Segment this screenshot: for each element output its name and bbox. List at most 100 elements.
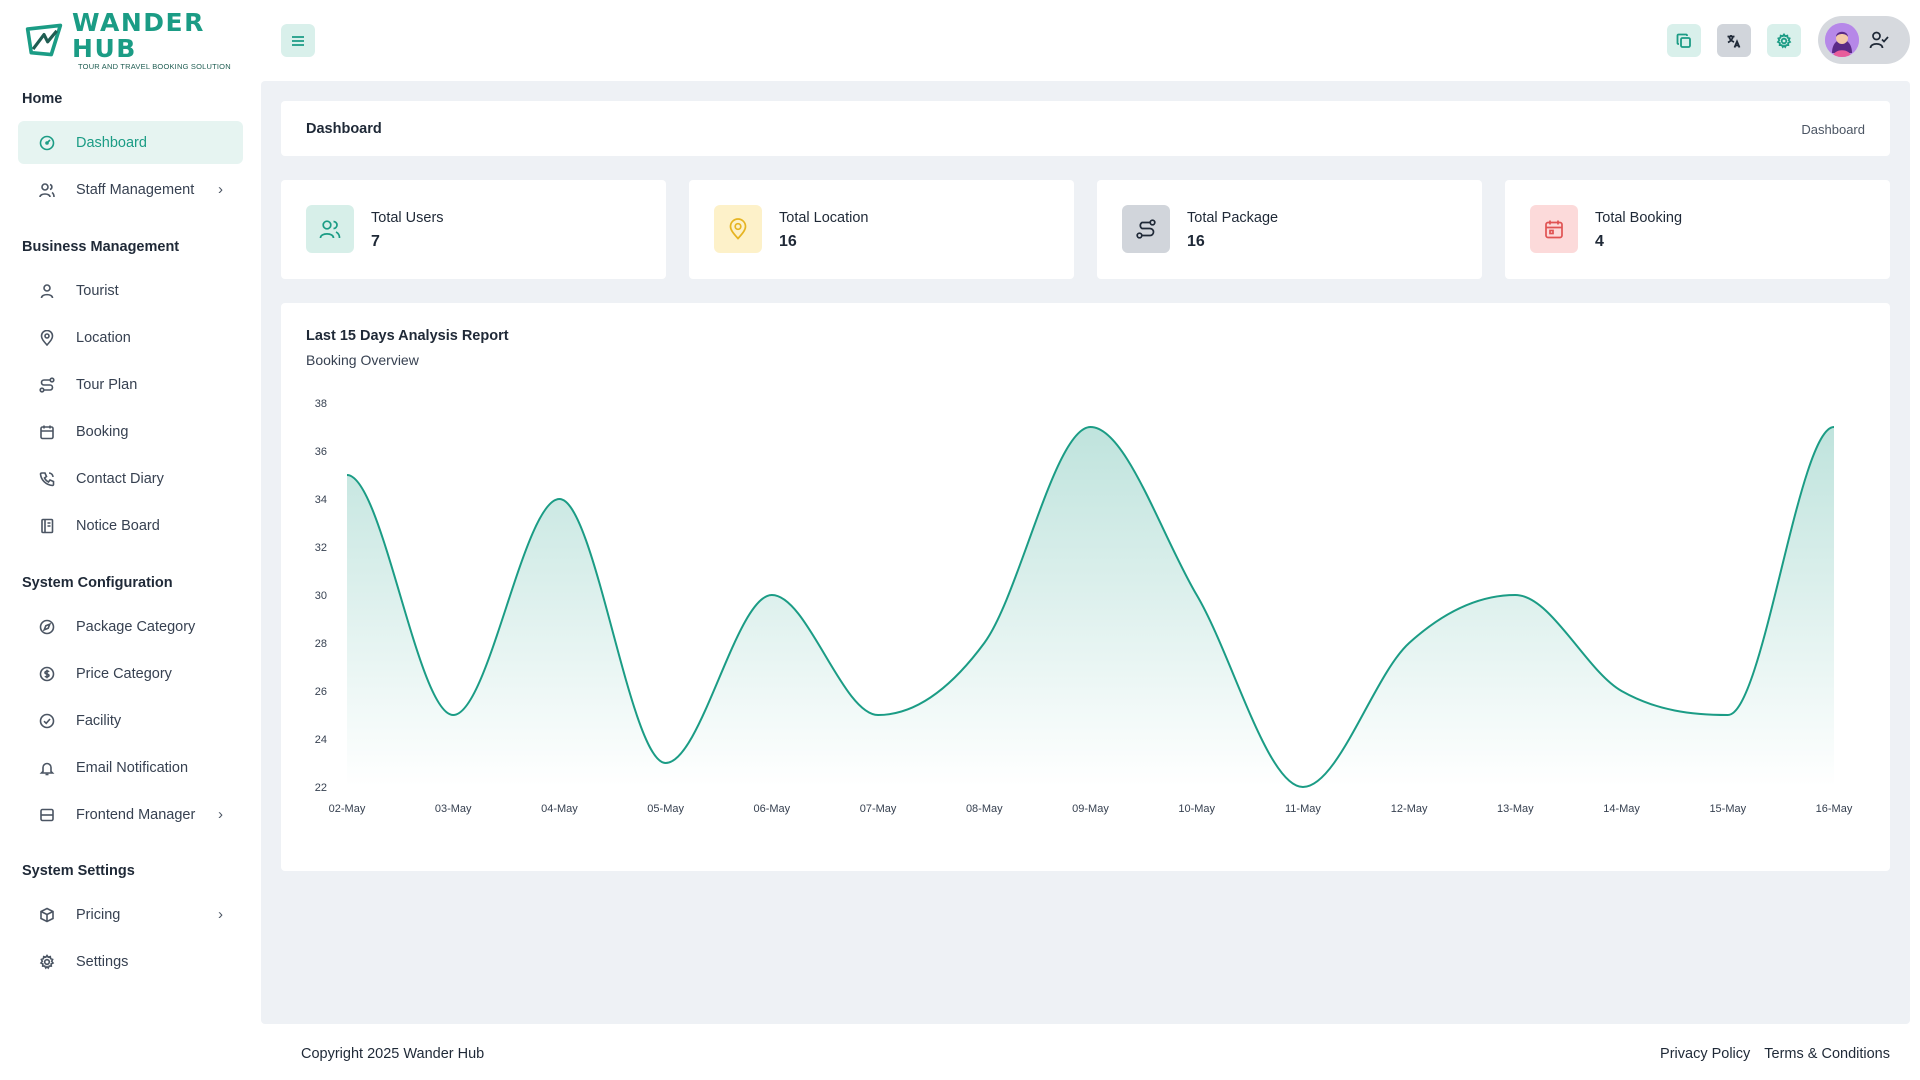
stat-value: 16 xyxy=(1187,233,1205,250)
data-point xyxy=(1726,713,1730,717)
data-point xyxy=(770,593,774,597)
booking-overview-chart: 22 24 26 28 30 32 34 36 38 02-May 03-May 04-May 05-M… xyxy=(315,398,1853,815)
notebook-icon xyxy=(38,517,56,535)
translate-icon xyxy=(1727,34,1741,48)
sidebar-item-label: Booking xyxy=(76,423,129,440)
sidebar-item-dashboard[interactable]: Dashboard xyxy=(18,121,243,164)
data-point xyxy=(1089,425,1093,429)
privacy-policy-link[interactable]: Privacy Policy xyxy=(1660,1046,1750,1062)
sidebar-item-label: Email Notification xyxy=(76,759,189,776)
x-tick-label: 11-May xyxy=(1285,803,1321,815)
stat-icon-box xyxy=(714,205,762,253)
stat-card-total-booking: Total Booking 4 xyxy=(1505,180,1890,279)
calendar-icon xyxy=(38,423,56,441)
sidebar-item-label: Price Category xyxy=(76,665,172,682)
sidebar-item-booking[interactable]: Booking xyxy=(18,410,243,453)
layout-icon xyxy=(38,806,56,824)
data-point xyxy=(345,473,349,477)
check-circle-icon xyxy=(38,712,56,730)
location-pin-icon xyxy=(729,218,747,240)
brand-logo[interactable]: WANDER HUB TOUR AND TRAVEL BOOKING SOLUT… xyxy=(24,9,261,71)
route-icon xyxy=(1136,219,1156,239)
x-tick-label: 05-May xyxy=(647,803,684,815)
sidebar-item-label: Package Category xyxy=(76,618,196,635)
x-tick-label: 12-May xyxy=(1391,803,1428,815)
x-tick-label: 08-May xyxy=(966,803,1003,815)
footer-links: Privacy Policy Terms & Conditions xyxy=(1660,1046,1890,1062)
brand-tagline: TOUR AND TRAVEL BOOKING SOLUTION xyxy=(78,61,231,71)
data-point xyxy=(664,761,668,765)
breadcrumb-link[interactable]: Dashboard xyxy=(1801,122,1865,137)
sidebar-item-label: Tour Plan xyxy=(76,376,138,393)
gear-icon xyxy=(38,953,56,971)
sidebar-item-email-notification[interactable]: Email Notification xyxy=(18,746,243,789)
sidebar-item-tour-plan[interactable]: Tour Plan xyxy=(18,363,243,406)
users-icon xyxy=(38,181,56,199)
y-tick-label: 24 xyxy=(315,734,327,746)
bell-icon xyxy=(38,759,56,777)
users-icon xyxy=(319,220,341,239)
sidebar-item-notice-board[interactable]: Notice Board xyxy=(18,504,243,547)
main-content: Dashboard Dashboard Total Users 7 Total … xyxy=(261,81,1910,1024)
x-tick-label: 03-May xyxy=(435,803,472,815)
user-profile-menu[interactable] xyxy=(1818,16,1910,64)
data-point xyxy=(1832,425,1836,429)
language-button[interactable] xyxy=(1717,24,1751,57)
y-tick-label: 30 xyxy=(315,590,327,602)
sidebar-item-facility[interactable]: Facility xyxy=(18,699,243,742)
data-point xyxy=(876,713,880,717)
stat-card-total-users: Total Users 7 xyxy=(281,180,666,279)
menu-toggle-button[interactable] xyxy=(281,24,315,57)
stat-label: Total Booking xyxy=(1595,210,1683,226)
stat-value: 4 xyxy=(1595,233,1604,250)
sidebar-item-label: Frontend Manager xyxy=(76,806,196,823)
x-tick-label: 13-May xyxy=(1497,803,1534,815)
terms-conditions-link[interactable]: Terms & Conditions xyxy=(1764,1046,1890,1062)
chevron-right-icon: › xyxy=(218,181,223,198)
phone-icon xyxy=(38,470,56,488)
sidebar-item-label: Notice Board xyxy=(76,517,160,534)
sidebar-item-label: Contact Diary xyxy=(76,470,164,487)
menu-icon xyxy=(292,35,304,46)
sidebar-item-label: Tourist xyxy=(76,282,119,299)
gear-icon xyxy=(1776,32,1792,49)
sidebar-item-location[interactable]: Location xyxy=(18,316,243,359)
sidebar-item-pricing[interactable]: Pricing › xyxy=(18,893,243,936)
sidebar-item-label: Pricing xyxy=(76,906,121,923)
chevron-right-icon: › xyxy=(218,906,223,923)
sidebar-item-package-category[interactable]: Package Category xyxy=(18,605,243,648)
y-tick-label: 34 xyxy=(315,494,327,506)
stat-icon-box xyxy=(1122,205,1170,253)
x-tick-label: 14-May xyxy=(1603,803,1640,815)
data-point xyxy=(1620,689,1624,693)
sidebar-item-tourist[interactable]: Tourist xyxy=(18,269,243,312)
sidebar-item-settings[interactable]: Settings xyxy=(18,940,243,983)
sidebar-item-staff-management[interactable]: Staff Management › xyxy=(18,168,243,211)
y-tick-label: 22 xyxy=(315,782,327,794)
sidebar-item-label: Facility xyxy=(76,712,122,729)
location-pin-icon xyxy=(38,329,56,347)
data-point xyxy=(1407,641,1411,645)
copy-button[interactable] xyxy=(1667,24,1701,57)
data-point xyxy=(1513,593,1517,597)
stat-label: Total Package xyxy=(1187,210,1279,226)
footer-copyright: Copyright 2025 Wander Hub xyxy=(301,1046,485,1062)
logo-mark-icon xyxy=(25,23,63,57)
x-tick-label: 06-May xyxy=(754,803,791,815)
data-point xyxy=(557,497,561,501)
brand-name: WANDER HUB xyxy=(72,7,205,63)
sidebar-item-price-category[interactable]: Price Category xyxy=(18,652,243,695)
sidebar-item-label: Dashboard xyxy=(76,134,147,151)
breadcrumb: Dashboard Dashboard xyxy=(281,101,1890,156)
x-tick-label: 04-May xyxy=(541,803,578,815)
stat-card-total-package: Total Package 16 xyxy=(1097,180,1482,279)
sidebar-item-frontend-manager[interactable]: Frontend Manager › xyxy=(18,793,243,836)
stat-label: Total Location xyxy=(779,210,869,226)
stat-icon-box xyxy=(1530,205,1578,253)
sidebar-item-contact-diary[interactable]: Contact Diary xyxy=(18,457,243,500)
data-point xyxy=(1301,785,1305,789)
sidebar: WANDER HUB TOUR AND TRAVEL BOOKING SOLUT… xyxy=(0,0,261,1080)
dashboard-icon xyxy=(38,134,56,152)
settings-button[interactable] xyxy=(1767,24,1801,57)
page-title: Dashboard xyxy=(306,121,382,137)
